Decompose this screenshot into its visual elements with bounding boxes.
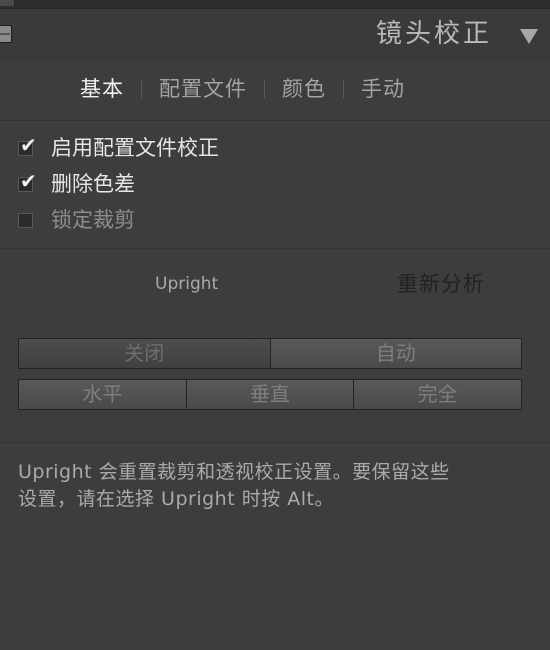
panel-edge-handle	[0, 0, 15, 6]
upright-info-text: Upright 会重置裁剪和透视校正设置。要保留这些 设置，请在选择 Uprig…	[18, 459, 528, 513]
tab-separator	[343, 80, 344, 98]
tab-color[interactable]: 颜色	[282, 75, 326, 103]
lock-crop-label: 锁定裁剪	[51, 208, 135, 232]
panel-header[interactable]: 镜头校正	[0, 9, 550, 61]
tab-bar: 基本 配置文件 颜色 手动	[0, 60, 550, 121]
remove-ca-label: 删除色差	[51, 172, 135, 196]
option-lock-crop[interactable]: 锁定裁剪	[18, 202, 219, 238]
divider	[0, 248, 550, 249]
upright-level-button[interactable]: 水平	[18, 379, 187, 410]
upright-off-button[interactable]: 关闭	[18, 338, 271, 369]
upright-mode-row-2: 水平 垂直 完全	[18, 379, 523, 410]
upright-vertical-button[interactable]: 垂直	[186, 379, 355, 410]
remove-ca-checkbox[interactable]: ✔	[18, 171, 37, 192]
upright-auto-button[interactable]: 自动	[270, 338, 522, 369]
checkmark-icon: ✔	[20, 168, 37, 193]
lock-crop-checkbox[interactable]	[18, 212, 33, 228]
tab-profile[interactable]: 配置文件	[159, 75, 247, 103]
info-line-2: 设置，请在选择 Upright 时按 Alt。	[18, 488, 334, 510]
upright-mode-row-1: 关闭 自动	[18, 338, 522, 369]
enable-profile-label: 启用配置文件校正	[51, 136, 219, 160]
info-line-1: Upright 会重置裁剪和透视校正设置。要保留这些	[18, 461, 450, 483]
reanalyze-button[interactable]: 重新分析	[397, 270, 485, 298]
previous-panel-edge	[0, 0, 550, 9]
lens-correction-panel: 镜头校正 基本 配置文件 颜色 手动 ✔ 启用配置文件校正 ✔ 删除色差 锁定裁…	[0, 0, 550, 650]
upright-full-button[interactable]: 完全	[354, 379, 523, 410]
tab-manual[interactable]: 手动	[361, 75, 405, 103]
upright-label: Upright	[155, 274, 219, 294]
tab-separator	[141, 80, 142, 98]
options-list: ✔ 启用配置文件校正 ✔ 删除色差 锁定裁剪	[18, 130, 219, 238]
tab-basic[interactable]: 基本	[80, 75, 124, 103]
enable-profile-checkbox[interactable]: ✔	[18, 135, 37, 156]
panel-switch-icon[interactable]	[0, 25, 12, 43]
option-enable-profile[interactable]: ✔ 启用配置文件校正	[18, 130, 219, 166]
tab-separator	[264, 80, 265, 98]
checkmark-icon: ✔	[20, 132, 37, 157]
panel-title: 镜头校正	[375, 19, 492, 49]
triangle-down-icon[interactable]	[520, 29, 538, 44]
option-remove-ca[interactable]: ✔ 删除色差	[18, 166, 219, 202]
divider	[0, 442, 550, 443]
